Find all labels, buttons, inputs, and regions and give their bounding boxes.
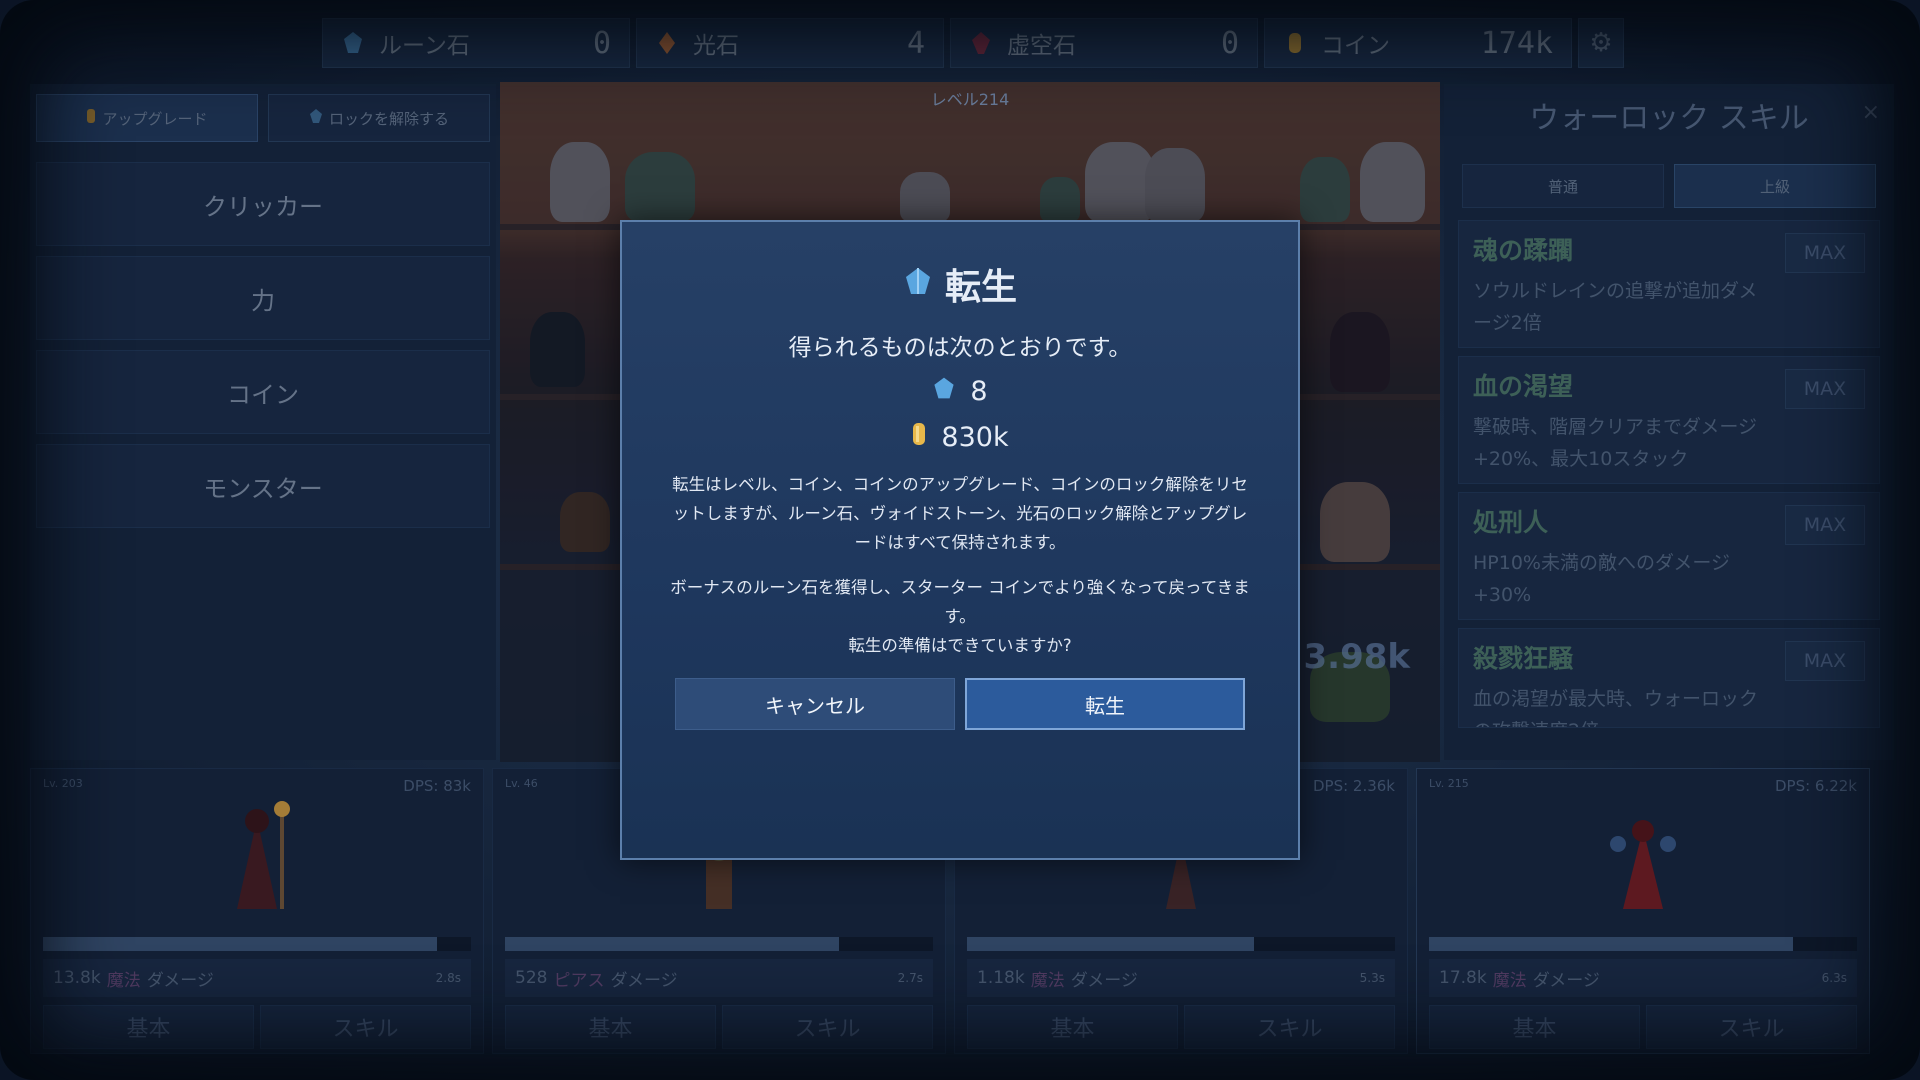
dialog-question: 転生の準備はできていますか?: [848, 636, 1072, 655]
coin-icon: [911, 421, 927, 454]
dialog-title-text: 転生: [944, 267, 1017, 308]
rune-stone-icon: [932, 376, 956, 407]
rune-stone-icon: [903, 264, 933, 305]
reward-coins: 830k: [622, 421, 1298, 454]
dialog-description: 転生はレベル、コイン、コインのアップグレード、コインのロック解除をリセットします…: [672, 475, 1248, 552]
dialog-bonus-line: ボーナスのルーン石を獲得し、スターター コインでより強くなって戻ってきます。: [670, 578, 1250, 626]
reward-runes: 8: [622, 376, 1298, 407]
rebirth-dialog: 転生 得られるものは次のとおりです。 8 830k 転生はレベル、コイン、コイン…: [620, 220, 1300, 860]
cancel-button[interactable]: キャンセル: [675, 678, 955, 730]
dialog-title: 転生: [622, 258, 1298, 310]
dialog-subtitle: 得られるものは次のとおりです。: [788, 335, 1132, 361]
reward-coin-value: 830k: [941, 422, 1009, 453]
game-screen: ルーン石 0 光石 4 虚空石 0 コイン 174k ⚙ アップグレード ロック…: [0, 0, 1920, 1080]
rebirth-confirm-button[interactable]: 転生: [965, 678, 1245, 730]
reward-rune-value: 8: [970, 376, 988, 407]
